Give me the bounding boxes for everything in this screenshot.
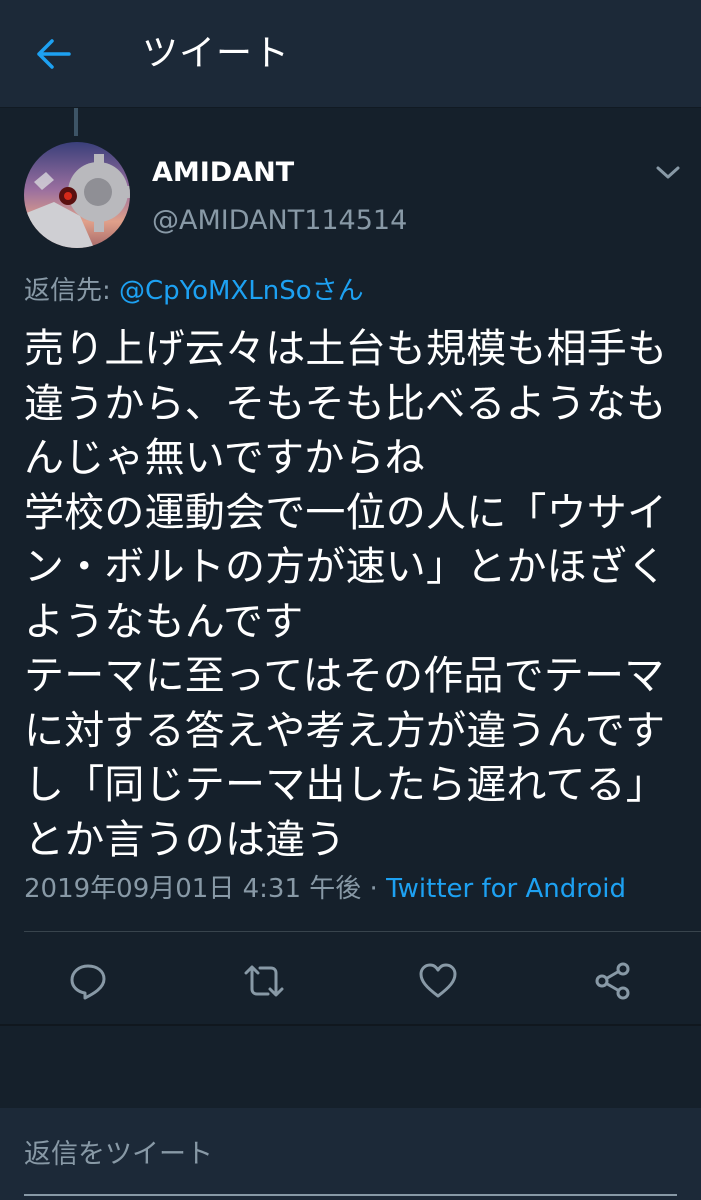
back-button[interactable] (30, 30, 78, 78)
heart-icon (419, 963, 457, 998)
section-divider (0, 1024, 701, 1026)
page-title: ツイート (142, 33, 291, 74)
tweet-source-link[interactable]: Twitter for Android (386, 874, 626, 904)
reply-icon (70, 964, 106, 1000)
tweet-text-line: んじゃ無いですからね (24, 435, 425, 481)
reply-to-prefix: 返信先: (24, 276, 120, 306)
share-button[interactable] (588, 956, 638, 1006)
reply-input[interactable]: 返信をツイート (24, 1138, 213, 1172)
meta-separator: · (361, 874, 387, 904)
tweet-text-line: 違うから、そもそも比べるようなも (24, 380, 667, 427)
reply-input-underline (24, 1194, 677, 1196)
tweet-text-line: テーマに至ってはその作品でテーマ (24, 653, 665, 699)
tweet-text: 売り上げ云々は土台も規模も相手も 違うから、そもそも比べるようなも んじゃ無いで… (24, 322, 689, 867)
tweet-text-line: 学校の運動会で一位の人に「ウサイ (24, 489, 668, 536)
author-handle[interactable]: @AMIDANT114514 (152, 204, 407, 238)
reply-to-line: 返信先: @CpYoMXLnSoさん (24, 274, 364, 308)
tweet-options-button[interactable] (650, 156, 686, 190)
meta-divider (24, 931, 701, 932)
retweet-button[interactable] (239, 956, 289, 1006)
chevron-down-icon (656, 166, 680, 179)
tweet-text-line: し「同じテーマ出したら遅れてる」 (24, 762, 666, 808)
tweet-text-line: ようなもんです (24, 598, 304, 645)
arrow-left-icon (37, 39, 71, 69)
top-bar: ツイート (0, 0, 701, 108)
tweet-text-line: ン・ボルトの方が速い」とかほざく (24, 544, 668, 590)
retweet-icon (244, 965, 284, 997)
like-button[interactable] (413, 956, 463, 1006)
tweet-meta: 2019年09月01日 4:31 午後 · Twitter for Androi… (24, 872, 626, 906)
reply-button[interactable] (63, 956, 113, 1006)
tweet-timestamp: 2019年09月01日 4:31 午後 (24, 874, 362, 904)
author-display-name[interactable]: AMIDANT (152, 156, 294, 190)
share-icon (595, 962, 630, 1000)
reply-to-user-link[interactable]: @CpYoMXLnSoさん (119, 276, 364, 306)
avatar[interactable] (24, 142, 130, 248)
avatar-image (24, 142, 130, 248)
tweet-text-line: 売り上げ云々は土台も規模も相手も (24, 326, 668, 372)
tweet-text-line: とか言うのは違う (24, 816, 346, 863)
tweet-text-line: に対する答えや考え方が違うんです (24, 707, 666, 754)
thread-connector-line (74, 108, 78, 136)
